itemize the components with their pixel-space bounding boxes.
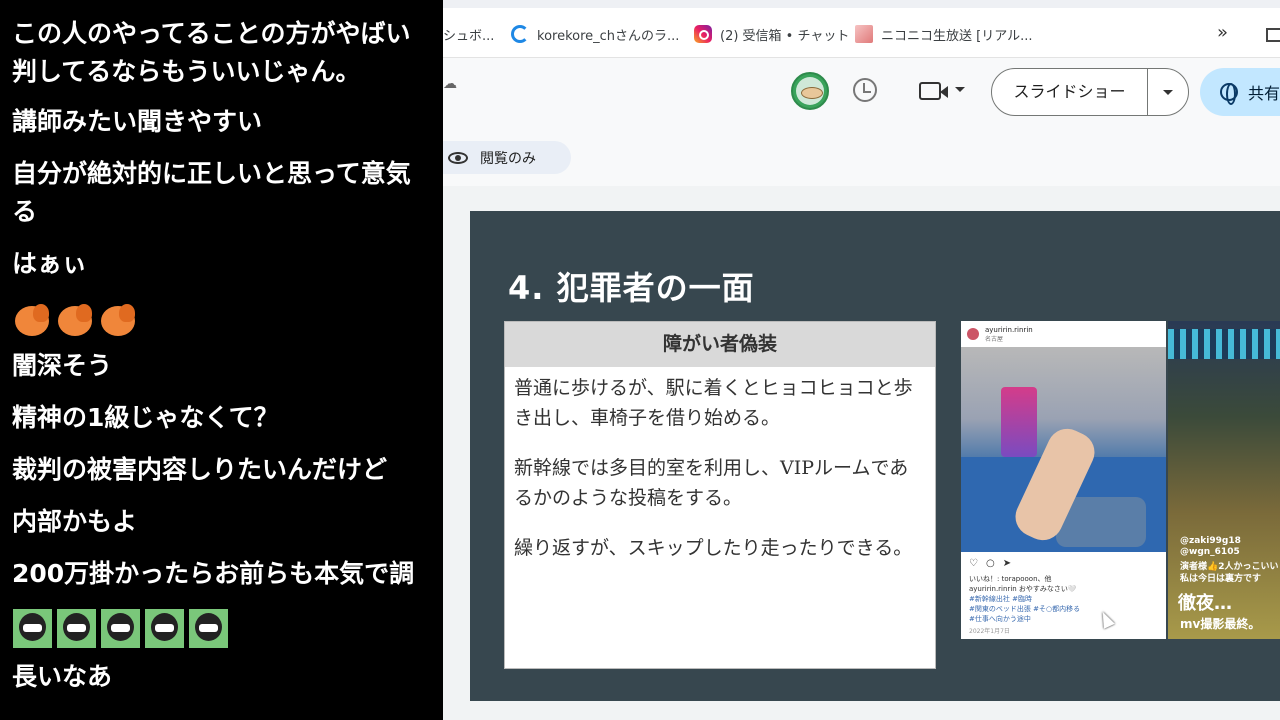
bookmark-2[interactable]: (2) 受信箱 • チャット [694,24,849,44]
bookmark-label: シュボ... [443,28,495,44]
comment-line: この人のやってることの方がやばい [12,19,411,48]
comment-line: 内部かもよ [12,507,138,536]
globe-icon [1220,83,1238,105]
browser-window: シュボ... korekore_chさんのラ... (2) 受信箱 • チャット… [443,0,1280,720]
post-date: 2022年1月7日 [969,628,1010,635]
ninja-emoji-icon [57,609,96,648]
slideshow-label[interactable]: スライドショー [992,69,1148,115]
bookmark-label: (2) 受信箱 • チャット [720,28,850,44]
comment-line: る [12,197,38,226]
post-caption: ayuririn.rinrin おやすみなさい🤍 [969,585,1077,593]
slide: 4. 犯罪者の一面 障がい者偽装 普通に歩けるが、駅に着くとヒョコヒョコと歩き出… [470,211,1280,701]
comment-line: 長いなあ [12,662,113,691]
post-header: ayuririn.rinrin 名古屋 [961,321,1166,347]
bird-emoji-icon [99,300,137,338]
screen: シュボ... korekore_chさんのラ... (2) 受信箱 • チャット… [0,0,1280,720]
share-button[interactable]: 共有 [1200,68,1280,116]
story-text: 私は今日は裏方です [1180,574,1262,584]
video-call-icon[interactable] [919,82,948,100]
user-avatar[interactable] [791,72,829,110]
cloud-icon: ☁ [443,76,457,92]
instagram-icon [694,25,712,43]
comment-line: 裁判の被害内容しりたいんだけど [12,455,388,484]
comment-line: 判してるならもういいじゃん。 [12,57,361,86]
history-icon[interactable] [853,78,877,102]
comment-line: 200万掛かったらお前らも本気で調 [12,559,415,588]
nicovideo-icon [855,25,873,43]
bookmark-1[interactable]: korekore_chさんのラ... [511,24,679,44]
slideshow-button[interactable]: スライドショー [991,68,1189,116]
comment-line: 闇深そう [12,351,113,380]
view-only-label: 閲覧のみ [480,150,536,167]
bookmark-0[interactable]: シュボ... [443,24,494,44]
bookmark-label: korekore_chさんのラ... [537,28,680,44]
post-likes: いいね！: torapooon、他 [969,575,1052,583]
post-photo [961,347,1166,552]
comment-line: 精神の1級じゃなくて？ [12,403,279,432]
heart-icon: ♡ [969,557,978,569]
post-tag: #関東のベッド出張 #そ○都内移る [969,605,1081,613]
send-icon: ➤ [1002,557,1012,569]
bird-emoji-icon [56,300,94,338]
tab-strip [443,0,1280,8]
ninja-emoji-icon [13,609,52,648]
view-only-chip[interactable]: 閲覧のみ [443,141,571,174]
comment-line: 講師みたい聞きやすい [12,107,263,136]
folder-icon[interactable] [1266,28,1280,42]
comment-line: 自分が絶対的に正しいと思って意気 [12,159,411,188]
post-avatar [967,328,979,340]
paragraph: 新幹線では多目的室を利用し、VIPルームであるかのような投稿をする。 [514,457,909,509]
comment-overlay: この人のやってることの方がやばい 判してるならもういいじゃん。 講師みたい聞きや… [0,0,443,720]
box-header: 障がい者偽装 [505,322,935,367]
slide-canvas: 4. 犯罪者の一面 障がい者偽装 普通に歩けるが、駅に着くとヒョコヒョコと歩き出… [443,186,1280,720]
emoji-row [13,300,137,338]
photo-suitcase [1001,387,1037,457]
slides-toolbar: ☁ スライドショー 共有 [443,58,1280,134]
post-actions: ♡ ○ ➤ [961,552,1166,574]
share-label: 共有 [1248,84,1280,103]
box-body: 普通に歩けるが、駅に着くとヒョコヒョコと歩き出し、車椅子を借り始める。 新幹線で… [505,367,935,563]
ninja-emoji-icon [145,609,184,648]
ninja-emoji-icon [189,609,228,648]
bookmark-3[interactable]: ニコニコ生放送 [リアル... [855,24,1032,44]
ninja-emoji-icon [101,609,140,648]
comment-line: はぁぃ [12,249,88,278]
video-call-dropdown-icon[interactable] [955,87,965,92]
bookmark-label: ニコニコ生放送 [リアル... [881,28,1033,44]
story-big-text: 徹夜… [1178,593,1232,614]
eye-icon [448,151,468,164]
story-tag: @wgn_6105 [1180,547,1240,557]
story-tag: @zaki99g18 [1180,536,1241,546]
bird-emoji-icon [13,300,51,338]
post-location: 名古屋 [985,335,1004,343]
post-tag: #新幹線出社 #臨時 [969,595,1032,603]
content-box: 障がい者偽装 普通に歩けるが、駅に着くとヒョコヒョコと歩き出し、車椅子を借り始め… [504,321,936,669]
instagram-screenshot-2: @zaki99g18 @wgn_6105 演者様👍2人かっこいい 私は今日は裏方… [1168,321,1280,639]
bookmarks-bar: シュボ... korekore_chさんのラ... (2) 受信箱 • チャット… [443,8,1280,58]
edge-icon [511,25,529,43]
photo-lights [1168,329,1280,359]
more-bookmarks-button[interactable]: » [1217,22,1228,43]
comment-icon: ○ [985,557,995,569]
paragraph: 普通に歩けるが、駅に着くとヒョコヒョコと歩き出し、車椅子を借り始める。 [514,377,913,429]
story-small-text: mv撮影最終。 [1180,617,1261,631]
emoji-row [13,609,228,648]
slideshow-dropdown-icon[interactable] [1148,90,1188,95]
post-username: ayuririn.rinrin [985,325,1033,334]
slide-title: 4. 犯罪者の一面 [508,269,755,307]
post-tag: #仕事へ向かう途中 [969,615,1031,623]
instagram-screenshot-1: ayuririn.rinrin 名古屋 ♡ ○ ➤ いいね！: torapooo… [961,321,1166,639]
paragraph: 繰り返すが、スキップしたり走ったりできる。 [514,537,913,559]
